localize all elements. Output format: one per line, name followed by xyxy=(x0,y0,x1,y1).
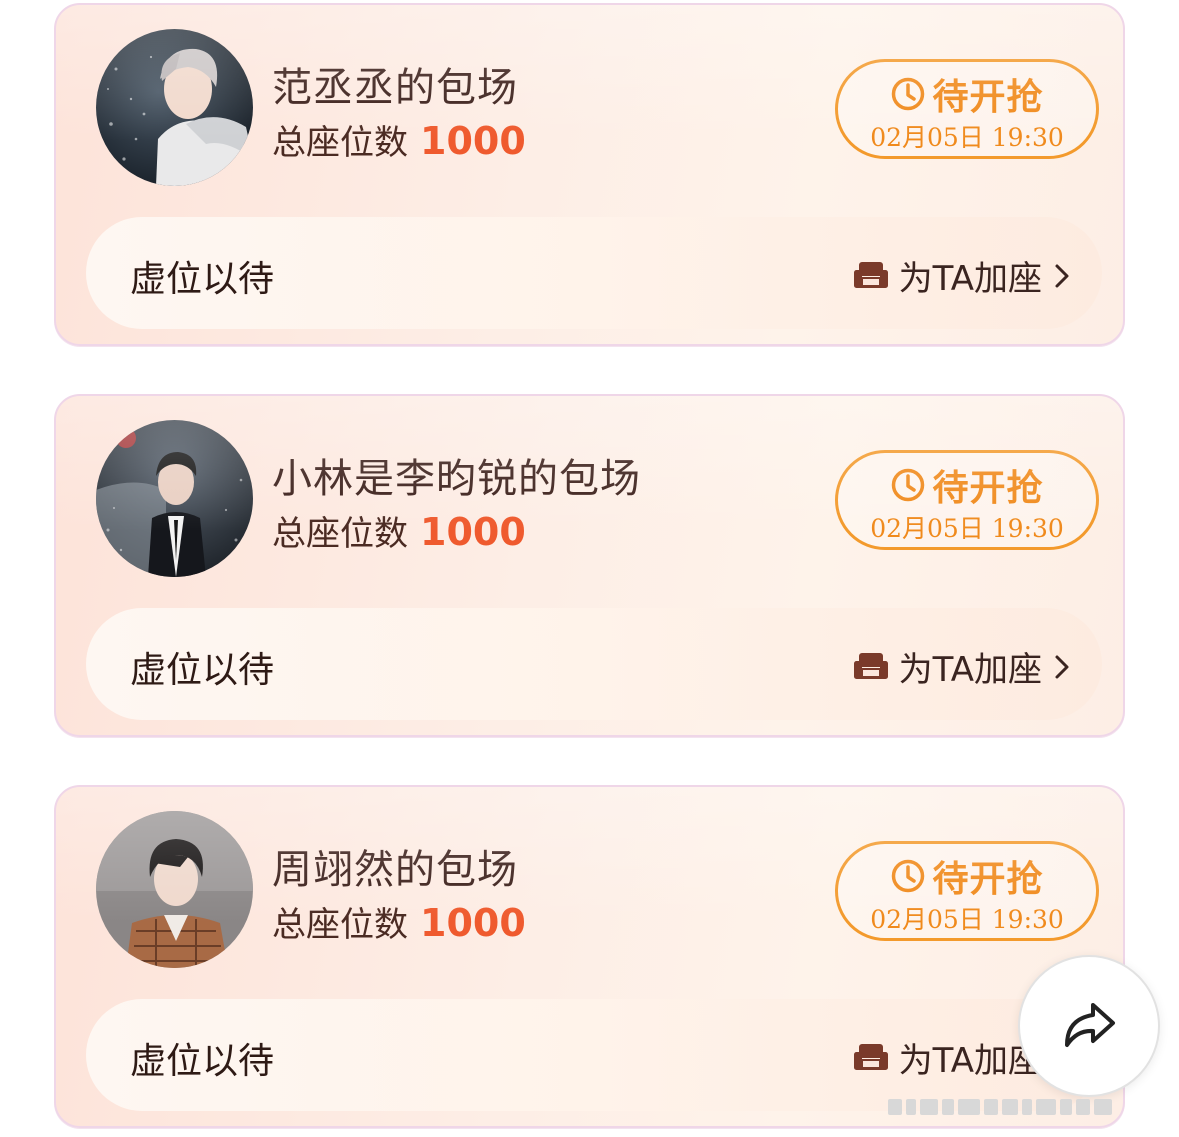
watermark xyxy=(888,1093,1168,1121)
status-time: 02月05日 19:30 xyxy=(870,514,1064,543)
sofa-icon xyxy=(853,652,888,679)
total-seats-count: 1000 xyxy=(420,119,526,163)
showing-title: 周翊然的包场 xyxy=(272,847,518,893)
avatar-image xyxy=(96,29,253,186)
total-seats: 总座位数 1000 xyxy=(272,897,526,946)
share-button[interactable] xyxy=(1018,955,1160,1097)
sofa-icon xyxy=(853,261,888,288)
status-label: 待开抢 xyxy=(932,859,1044,900)
avatar[interactable] xyxy=(96,420,253,577)
add-seat-label: 为TA加座 xyxy=(898,259,1042,299)
chevron-right-icon xyxy=(1055,655,1069,678)
total-seats-count: 1000 xyxy=(420,510,526,554)
clock-icon xyxy=(892,77,925,111)
total-seats: 总座位数 1000 xyxy=(272,115,526,164)
total-seats-label: 总座位数 xyxy=(272,123,408,163)
chevron-right-icon xyxy=(1055,264,1069,287)
sofa-icon xyxy=(853,1043,888,1070)
showing-card: 周翊然的包场 总座位数 1000 待开抢 02月05日 19:30 虚位以待 为… xyxy=(54,785,1125,1128)
share-arrow-icon xyxy=(1065,1003,1115,1047)
total-seats-label: 总座位数 xyxy=(272,905,408,945)
total-seats: 总座位数 1000 xyxy=(272,506,526,555)
avatar[interactable] xyxy=(96,811,253,968)
status-time: 02月05日 19:30 xyxy=(870,123,1064,152)
add-seat-button[interactable]: 为TA加座 xyxy=(853,251,1072,300)
status-time: 02月05日 19:30 xyxy=(870,905,1064,934)
total-seats-count: 1000 xyxy=(420,901,526,945)
showing-card: 小林是李昀锐的包场 总座位数 1000 待开抢 02月05日 19:30 虚位以… xyxy=(54,394,1125,737)
clock-icon xyxy=(892,468,925,502)
add-seat-label: 为TA加座 xyxy=(898,650,1042,690)
seat-bar: 虚位以待 为TA加座 xyxy=(86,217,1102,329)
status-label: 待开抢 xyxy=(932,77,1044,118)
avatar[interactable] xyxy=(96,29,253,186)
seat-bar-label: 虚位以待 xyxy=(130,259,275,300)
status-label: 待开抢 xyxy=(932,468,1044,509)
clock-icon xyxy=(892,859,925,893)
showing-card: 范丞丞的包场 总座位数 1000 待开抢 02月05日 19:30 虚位以待 为… xyxy=(54,3,1125,346)
pending-grab-button[interactable]: 待开抢 02月05日 19:30 xyxy=(835,841,1099,941)
add-seat-button[interactable]: 为TA加座 xyxy=(853,642,1072,691)
seat-bar: 虚位以待 为TA加座 xyxy=(86,608,1102,720)
showing-title: 小林是李昀锐的包场 xyxy=(272,456,641,502)
total-seats-label: 总座位数 xyxy=(272,514,408,554)
pending-grab-button[interactable]: 待开抢 02月05日 19:30 xyxy=(835,450,1099,550)
seat-bar-label: 虚位以待 xyxy=(130,650,275,691)
avatar-image xyxy=(96,420,253,577)
seat-bar-label: 虚位以待 xyxy=(130,1041,275,1082)
pending-grab-button[interactable]: 待开抢 02月05日 19:30 xyxy=(835,59,1099,159)
avatar-image xyxy=(96,811,253,968)
showing-title: 范丞丞的包场 xyxy=(272,65,518,111)
